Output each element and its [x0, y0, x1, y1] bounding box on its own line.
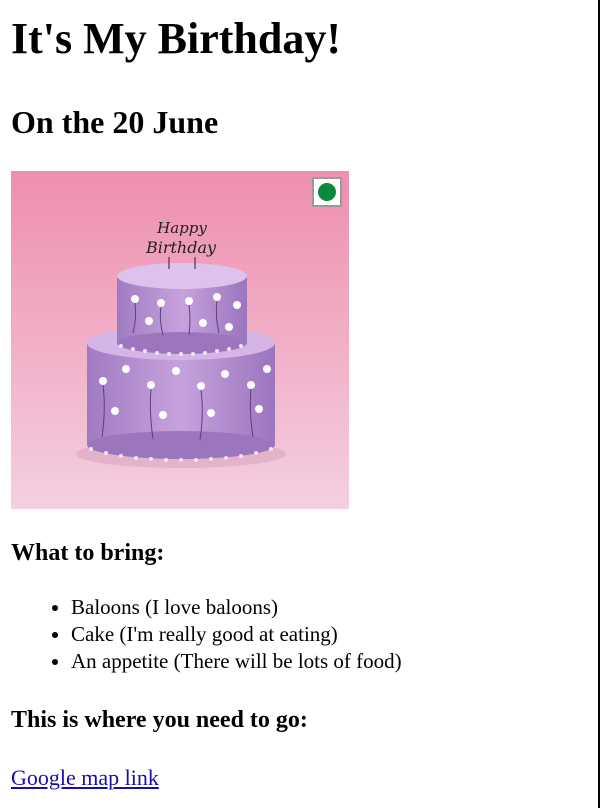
cake-topper-happy: Happy [156, 219, 207, 237]
page: It's My Birthday! On the 20 June Happy B… [0, 0, 601, 808]
bring-list: Baloons (I love baloons) Cake (I'm reall… [11, 594, 590, 675]
veg-indicator-icon [312, 177, 342, 207]
bring-heading: What to bring: [11, 540, 165, 566]
google-map-link[interactable]: Google map link [11, 765, 159, 791]
page-title: It's My Birthday! [11, 14, 341, 63]
cake-image: Happy Birthday [11, 171, 349, 509]
cake-topper-birthday: Birthday [145, 238, 217, 257]
window-edge [598, 0, 600, 808]
list-item: Baloons (I love baloons) [71, 594, 590, 621]
list-item: An appetite (There will be lots of food) [71, 648, 590, 675]
where-heading: This is where you need to go: [11, 707, 308, 733]
page-subtitle: On the 20 June [11, 104, 219, 140]
list-item: Cake (I'm really good at eating) [71, 621, 590, 648]
